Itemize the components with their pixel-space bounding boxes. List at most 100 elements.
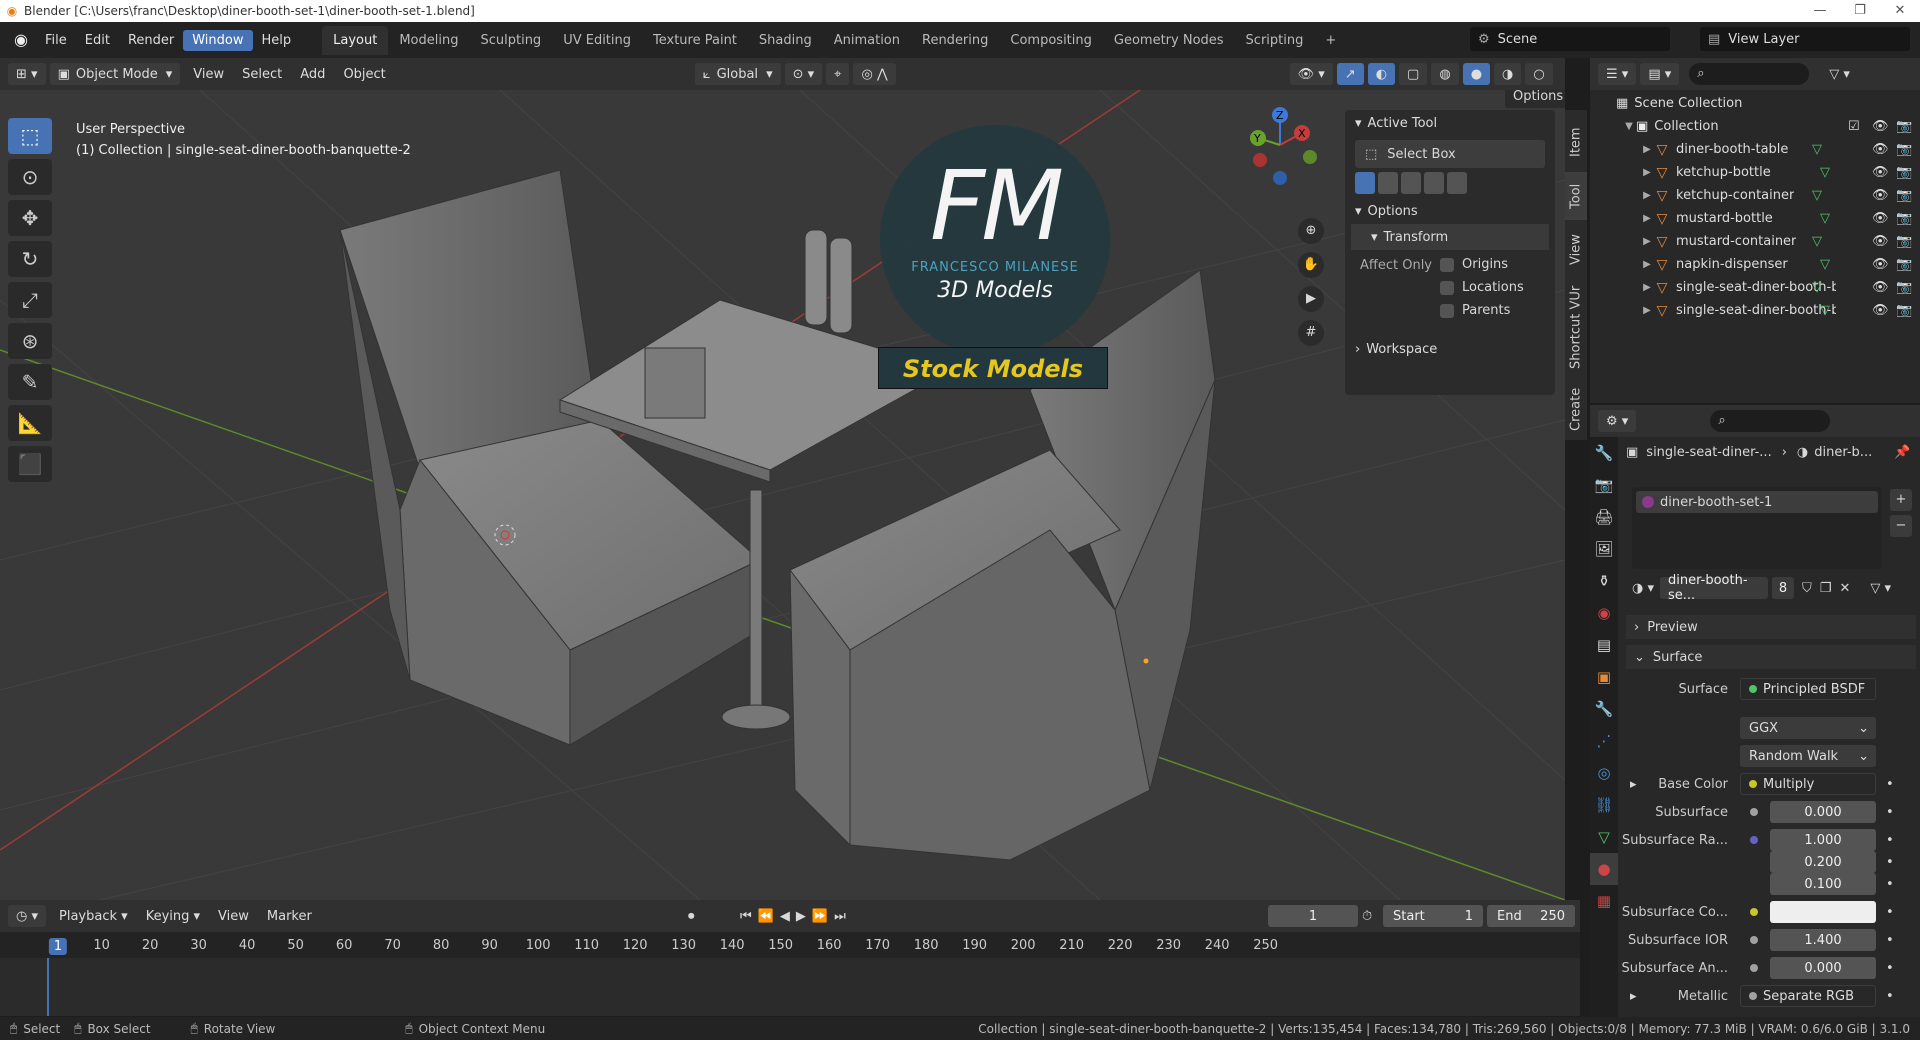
shading-material-icon[interactable]: ◑ (1494, 63, 1522, 85)
user-count[interactable]: 8 (1772, 577, 1795, 599)
view-layer-tab-icon[interactable]: 🖼 (1590, 533, 1618, 565)
mesh-data-icon[interactable]: ▽ (1812, 188, 1822, 203)
pivot-dropdown[interactable]: ⊙ ▾ (784, 63, 823, 85)
keyframe-dot-icon[interactable]: • (1886, 833, 1894, 848)
modifier-tab-icon[interactable]: 🔧 (1590, 693, 1618, 725)
unlink-icon[interactable]: ✕ (1839, 581, 1850, 596)
material-browse-icon-2[interactable]: ▽ ▾ (1870, 581, 1891, 596)
blender-menu-icon[interactable]: ◉ (6, 28, 36, 52)
menu-edit[interactable]: Edit (76, 30, 119, 51)
ketchup-bottle[interactable] (804, 229, 828, 326)
keyframe-dot-icon[interactable]: • (1886, 989, 1894, 1004)
chevron-right-icon[interactable]: ▶ (1640, 144, 1654, 155)
overlay-toggle[interactable]: ◐ (1367, 63, 1396, 85)
tab-geometry-nodes[interactable]: Geometry Nodes (1103, 26, 1235, 55)
active-tool-header[interactable]: ▾ Active Tool (1345, 110, 1555, 136)
mesh-data-icon[interactable]: ▽ (1812, 280, 1822, 295)
tab-compositing[interactable]: Compositing (999, 26, 1103, 55)
keyframe-dot-icon[interactable]: • (1886, 961, 1894, 976)
transform-header[interactable]: ▾ Transform (1351, 224, 1549, 250)
mode-dropdown[interactable]: ▣ Object Mode ▾ (49, 63, 181, 85)
outliner-item[interactable]: ▶ ▽ mustard-container ▽ 👁 📷 (1590, 230, 1920, 253)
stopwatch-icon[interactable]: ⏱ (1362, 909, 1372, 924)
visibility-eye-icon[interactable]: 👁 (1872, 119, 1889, 134)
tool-tab-icon[interactable]: 🔧 (1590, 437, 1618, 469)
select-mode-buttons[interactable] (1355, 172, 1545, 194)
visibility-eye-icon[interactable]: 👁 (1872, 142, 1889, 157)
parents-checkbox[interactable]: Parents (1440, 303, 1510, 318)
chevron-right-icon[interactable]: ▸ (1630, 777, 1637, 792)
socket-dot[interactable] (1750, 808, 1758, 816)
socket-dot[interactable] (1750, 908, 1758, 916)
render-camera-icon[interactable]: 📷 (1896, 234, 1912, 249)
chevron-right-icon[interactable]: ▶ (1640, 190, 1654, 201)
options-dropdown[interactable]: Options ▾ (1505, 90, 1565, 126)
chevron-right-icon[interactable]: ▶ (1640, 282, 1654, 293)
tab-texture-paint[interactable]: Texture Paint (642, 26, 748, 55)
numeric-field[interactable]: 0.000 (1770, 957, 1876, 979)
playhead[interactable] (47, 958, 49, 1016)
outliner-item[interactable]: ▶ ▽ napkin-dispenser ▽ 👁 📷 (1590, 253, 1920, 276)
outliner-item[interactable]: ▶ ▽ single-seat-diner-booth-banquette-1 … (1590, 276, 1920, 299)
outliner-item[interactable]: ▶ ▽ diner-booth-table ▽ 👁 📷 (1590, 138, 1920, 161)
scene-tab-icon[interactable]: ⚱ (1590, 565, 1618, 597)
chevron-down-icon[interactable]: ▼ (1622, 121, 1636, 132)
render-camera-icon[interactable]: 📷 (1896, 211, 1912, 226)
visibility-eye-icon[interactable]: 👁 (1872, 280, 1889, 295)
locations-checkbox[interactable]: Locations (1440, 280, 1524, 295)
viewport-menu-view[interactable]: View (184, 67, 233, 82)
tool-select-box[interactable]: ⬚ Select Box (1355, 140, 1545, 168)
add-cube-tool-icon[interactable]: ⬛ (8, 446, 52, 482)
material-datablock[interactable]: ◑ ▾ diner-booth-se... 8 ⛉ ❐ ✕ ▽ ▾ (1632, 573, 1891, 603)
view-layer-selector[interactable]: ▤ View Layer (1700, 27, 1910, 51)
outliner-item[interactable]: ▶ ▽ mustard-bottle ▽ 👁 📷 (1590, 207, 1920, 230)
tab-shading[interactable]: Shading (748, 26, 823, 55)
keyframe-dot-icon[interactable]: • (1886, 777, 1894, 792)
numeric-field[interactable]: 1.000 (1770, 829, 1876, 851)
visibility-eye-icon[interactable]: 👁 (1872, 257, 1889, 272)
numeric-field[interactable]: 1.400 (1770, 929, 1876, 951)
visibility-eye-icon[interactable]: 👁 (1872, 303, 1889, 318)
menu-help[interactable]: Help (253, 30, 301, 51)
workspace-header[interactable]: › Workspace (1345, 336, 1555, 362)
mode-subtract-icon[interactable] (1401, 172, 1421, 194)
physics-tab-icon[interactable]: ◎ (1590, 757, 1618, 789)
proportional-edit-toggle[interactable]: ◎ ⋀ (853, 63, 896, 85)
collection-row[interactable]: ▼ ▣ Collection ☑ 👁 📷 (1590, 115, 1920, 138)
timeline-menu-keying[interactable]: Keying ▾ (137, 909, 209, 924)
render-camera-icon[interactable]: 📷 (1896, 280, 1912, 295)
distribution-dropdown[interactable]: GGX ⌄ (1740, 717, 1876, 739)
numeric-field[interactable]: 0.200 (1770, 851, 1876, 873)
world-tab-icon[interactable]: ◉ (1590, 597, 1618, 629)
properties-editor-type-button[interactable]: ⚙ ▾ (1598, 410, 1637, 432)
output-tab-icon[interactable]: 🖨 (1590, 501, 1618, 533)
transform-tool-icon[interactable]: ⊛ (8, 323, 52, 359)
remove-slot-icon[interactable]: − (1890, 515, 1912, 537)
chevron-right-icon[interactable]: ▶ (1640, 236, 1654, 247)
socket-dot[interactable] (1750, 964, 1758, 972)
visibility-eye-icon[interactable]: 👁 (1872, 165, 1889, 180)
napkin-dispenser[interactable] (644, 347, 706, 419)
measure-tool-icon[interactable]: 📐 (8, 405, 52, 441)
surface-panel-header[interactable]: ⌄ Surface (1626, 645, 1916, 669)
chevron-right-icon[interactable]: ▶ (1640, 259, 1654, 270)
mesh-data-icon[interactable]: ▽ (1820, 165, 1830, 180)
visibility-eye-icon[interactable]: 👁 (1872, 188, 1889, 203)
constraints-tab-icon[interactable]: ⛓ (1590, 789, 1618, 821)
subsurface-method-dropdown[interactable]: Random Walk ⌄ (1740, 745, 1876, 767)
material-name-field[interactable]: diner-booth-se... (1660, 573, 1769, 603)
tab-animation[interactable]: Animation (823, 26, 911, 55)
chevron-right-icon[interactable]: ▸ (1630, 989, 1637, 1004)
perspective-grid-icon[interactable]: # (1298, 320, 1324, 346)
render-camera-icon[interactable]: 📷 (1896, 142, 1912, 157)
socket-dot[interactable] (1750, 936, 1758, 944)
snap-toggle[interactable]: ⌖ (826, 63, 850, 85)
mode-invert-icon[interactable] (1424, 172, 1444, 194)
chevron-right-icon[interactable]: ▶ (1640, 305, 1654, 316)
outliner-item[interactable]: ▶ ▽ ketchup-container ▽ 👁 📷 (1590, 184, 1920, 207)
render-camera-icon[interactable]: 📷 (1896, 257, 1912, 272)
viewport-menu-select[interactable]: Select (233, 67, 291, 82)
shading-rendered-icon[interactable]: ○ (1525, 63, 1553, 85)
timeline-editor-type-button[interactable]: ◷ ▾ (8, 905, 47, 927)
gizmo-toggle[interactable]: ↗ (1336, 63, 1364, 85)
